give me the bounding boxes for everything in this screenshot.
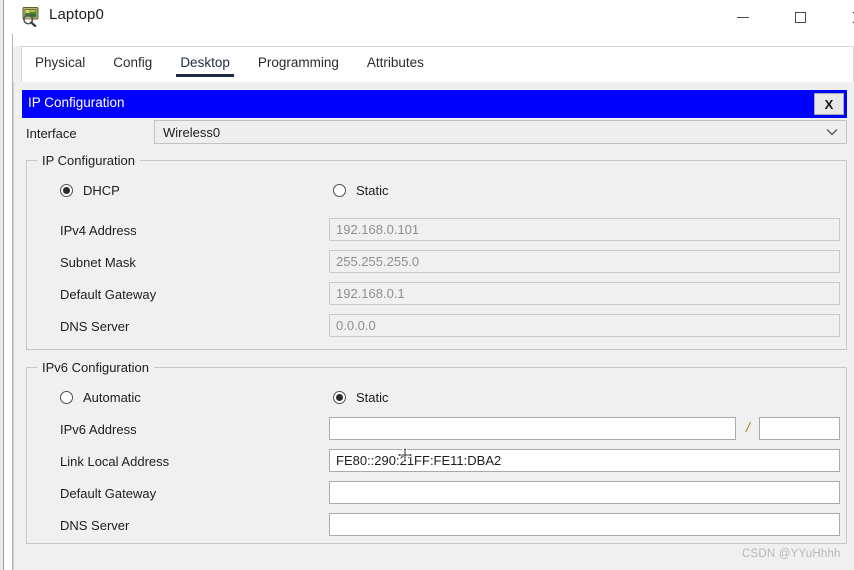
ipv6-address-input[interactable] xyxy=(329,417,736,440)
subnet-mask-input[interactable]: 255.255.255.0 xyxy=(329,250,840,273)
ipv6-mode-static-label: Static xyxy=(356,390,389,405)
ipv6-configuration-group: IPv6 Configuration Automatic Static IPv6… xyxy=(26,360,847,544)
tab-desktop-label: Desktop xyxy=(180,55,230,70)
ip-configuration-dialog: IP Configuration X Interface Wireless0 I… xyxy=(22,90,847,562)
ipv4-mode-dhcp[interactable]: DHCP xyxy=(60,183,120,198)
dialog-title-bar[interactable]: IP Configuration xyxy=(22,90,847,118)
title-bar: Laptop0 xyxy=(13,0,854,34)
ipv6-dns-server-label: DNS Server xyxy=(60,518,130,533)
ipv4-mode-dhcp-label: DHCP xyxy=(83,183,120,198)
tab-config-label: Config xyxy=(113,55,153,70)
ipv4-default-gateway-label: Default Gateway xyxy=(60,287,157,302)
desktop-tab-content: IP Configuration X Interface Wireless0 I… xyxy=(13,82,854,570)
interface-label: Interface xyxy=(26,126,77,141)
tab-programming[interactable]: Programming xyxy=(244,46,353,78)
ipv4-group-title: IP Configuration xyxy=(37,153,140,168)
tab-strip-top-spacer xyxy=(13,34,854,46)
maximize-icon xyxy=(794,11,806,23)
ipv6-mode-static[interactable]: Static xyxy=(333,390,389,405)
tab-desktop[interactable]: Desktop xyxy=(166,46,244,78)
laptop-magnifier-icon xyxy=(20,5,42,28)
tab-programming-label: Programming xyxy=(257,55,339,70)
tab-attributes-label: Attributes xyxy=(366,55,424,70)
ipv6-prefix-length-input[interactable] xyxy=(759,417,840,440)
ipv6-default-gateway-label: Default Gateway xyxy=(60,486,157,501)
tab-list: Physical Config Desktop Programming Attr… xyxy=(21,46,438,82)
ipv4-configuration-group: IP Configuration DHCP Static IPv4 Addres… xyxy=(26,153,847,350)
ipv4-dns-server-input[interactable]: 0.0.0.0 xyxy=(329,314,840,337)
ipv6-prefix-separator: / xyxy=(746,419,750,435)
mouse-cursor-move-icon xyxy=(396,446,414,464)
tab-attributes[interactable]: Attributes xyxy=(353,46,438,78)
radio-unselected-icon xyxy=(333,184,346,197)
close-button[interactable] xyxy=(835,0,854,34)
tab-physical[interactable]: Physical xyxy=(21,46,99,78)
ipv6-group-title: IPv6 Configuration xyxy=(37,360,154,375)
subnet-mask-label: Subnet Mask xyxy=(60,255,136,270)
chevron-down-icon xyxy=(826,126,838,138)
ipv6-dns-server-input[interactable] xyxy=(329,513,840,536)
ipv4-dns-server-label: DNS Server xyxy=(60,319,130,334)
window-left-gap xyxy=(4,0,12,570)
ipv4-address-input[interactable]: 192.168.0.101 xyxy=(329,218,840,241)
dialog-title: IP Configuration xyxy=(28,95,125,110)
ipv4-address-label: IPv4 Address xyxy=(60,223,137,238)
maximize-button[interactable] xyxy=(777,0,823,34)
minimize-icon xyxy=(737,16,749,18)
ipv6-mode-automatic-label: Automatic xyxy=(83,390,141,405)
ipv4-default-gateway-input[interactable]: 192.168.0.1 xyxy=(329,282,840,305)
watermark-text: CSDN @YYuHhhh xyxy=(742,548,841,560)
window-title: Laptop0 xyxy=(49,6,104,23)
radio-selected-icon xyxy=(333,391,346,404)
ipv4-mode-static-label: Static xyxy=(356,183,389,198)
link-local-address-label: Link Local Address xyxy=(60,454,170,469)
ipv6-address-label: IPv6 Address xyxy=(60,422,137,437)
ipv6-mode-automatic[interactable]: Automatic xyxy=(60,390,141,405)
dialog-close-button[interactable]: X xyxy=(814,93,844,115)
ipv6-default-gateway-input[interactable] xyxy=(329,481,840,504)
radio-unselected-icon xyxy=(60,391,73,404)
interface-selected-value: Wireless0 xyxy=(163,124,221,140)
interface-select[interactable]: Wireless0 xyxy=(154,120,847,144)
minimize-button[interactable] xyxy=(720,0,766,34)
application-window: Laptop0 Physical Config Desktop Programm… xyxy=(0,0,854,570)
ipv4-mode-static[interactable]: Static xyxy=(333,183,389,198)
tab-physical-label: Physical xyxy=(35,55,86,70)
radio-selected-icon xyxy=(60,184,73,197)
tab-config[interactable]: Config xyxy=(99,46,166,78)
